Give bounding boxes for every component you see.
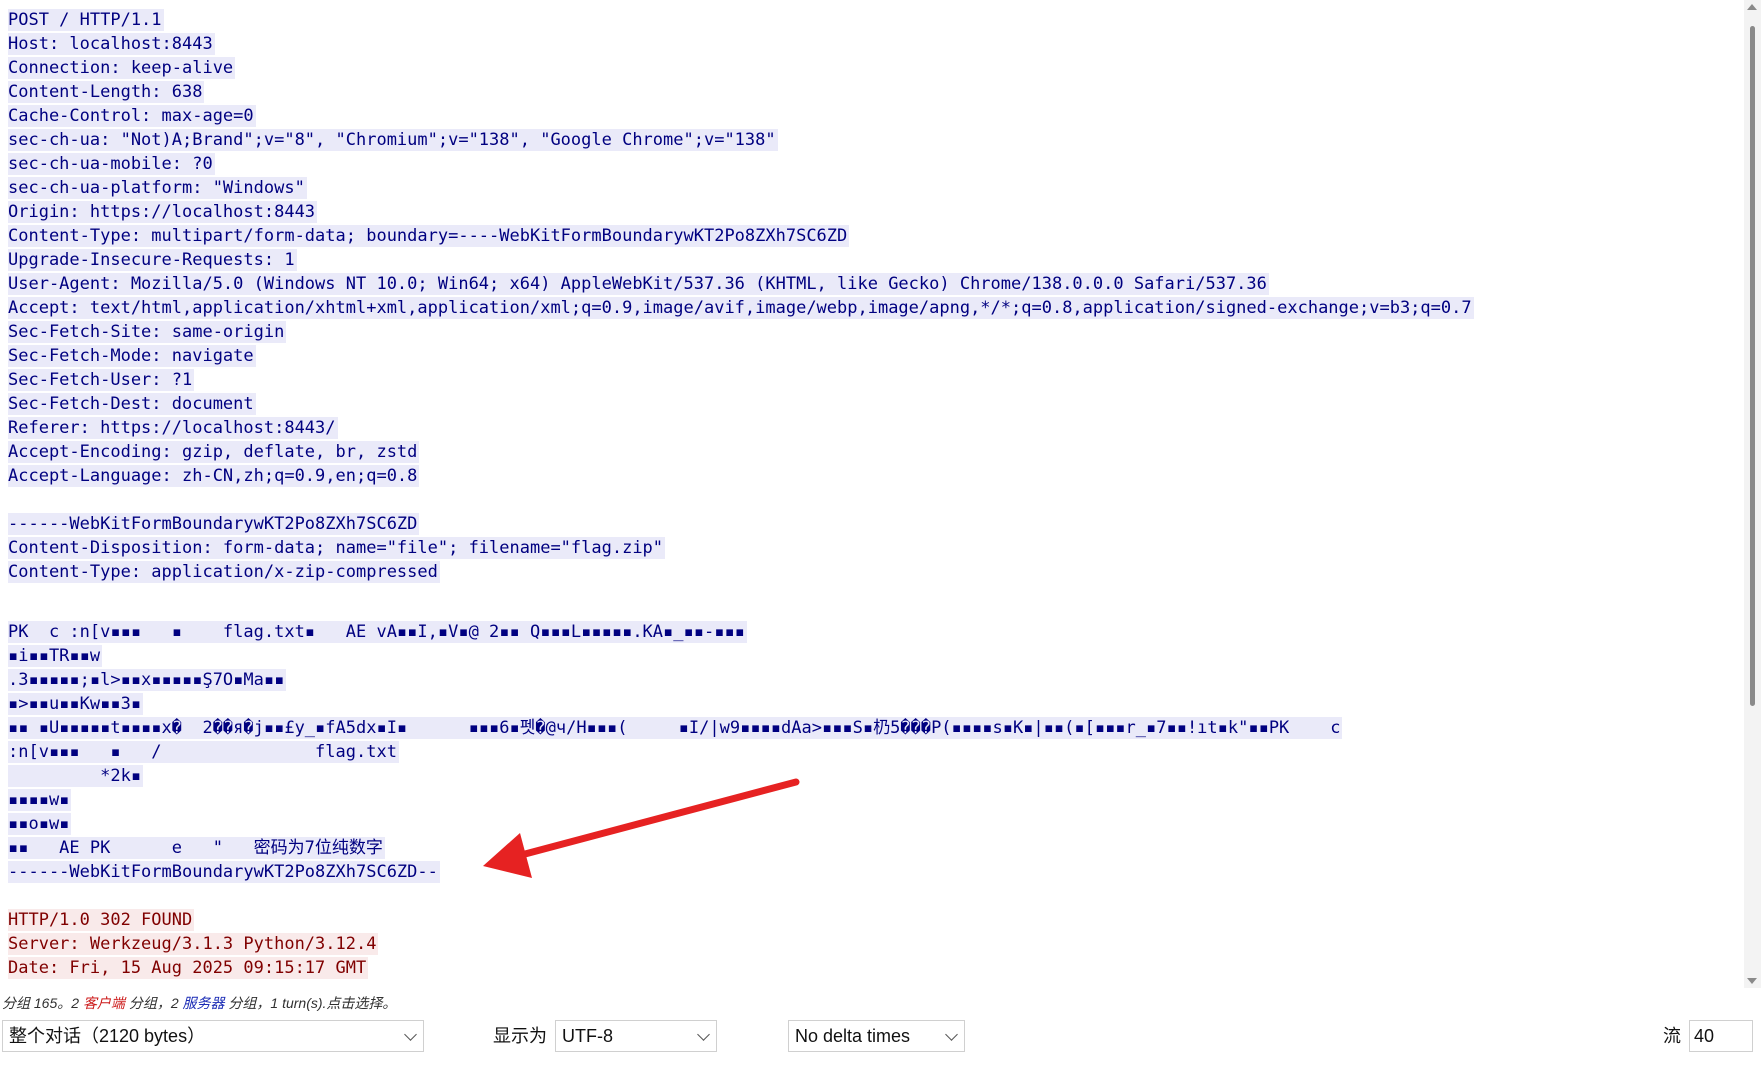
server-label: 服务器 bbox=[183, 995, 225, 1011]
response-line: Server: Werkzeug/3.1.3 Python/3.12.4 bbox=[8, 933, 378, 955]
chevron-down-icon bbox=[404, 1028, 417, 1041]
client-label: 客户端 bbox=[83, 995, 125, 1011]
binary-payload-line: ▪▪▪▪w▪ bbox=[8, 789, 71, 811]
request-line: sec-ch-ua-mobile: ?0 bbox=[8, 153, 215, 175]
scroll-up-icon[interactable] bbox=[1747, 4, 1757, 10]
response-line: HTTP/1.0 302 FOUND bbox=[8, 909, 194, 931]
request-line: Connection: keep-alive bbox=[8, 57, 235, 79]
multipart-header-line: ------WebKitFormBoundarywKT2Po8ZXh7SC6ZD bbox=[8, 513, 419, 535]
binary-payload-line: ▪▪ ▪U▪▪▪▪▪t▪▪▪▪x� 2��я�j▪▪£y_▪fA5dx… bbox=[8, 717, 1342, 739]
request-line: Sec-Fetch-Site: same-origin bbox=[8, 321, 286, 343]
binary-payload-line: ▪>▪▪u▪▪Kw▪▪3▪ bbox=[8, 693, 143, 715]
request-line: User-Agent: Mozilla/5.0 (Windows NT 10.0… bbox=[8, 273, 1269, 295]
request-line: Sec-Fetch-Mode: navigate bbox=[8, 345, 256, 367]
binary-payload-line: :n[v▪▪▪ ▪  / flag.txt bbox=[8, 741, 399, 763]
request-line: Accept-Language: zh-CN,zh;q=0.9,en;q=0.8 bbox=[8, 465, 419, 487]
request-line: Sec-Fetch-User: ?1 bbox=[8, 369, 194, 391]
request-line: Content-Length: 638 bbox=[8, 81, 204, 103]
binary-payload-line:  *2k▪ bbox=[8, 765, 143, 787]
multipart-header-line: Content-Disposition: form-data; name="fi… bbox=[8, 537, 665, 559]
vertical-scrollbar[interactable] bbox=[1744, 0, 1761, 988]
request-line: sec-ch-ua: "Not)A;Brand";v="8", "Chromiu… bbox=[8, 129, 778, 151]
stream-controls-bar: 整个对话（2120 bytes） 显示为 UTF-8 No delta time… bbox=[0, 1018, 1761, 1062]
request-line: Referer: https://localhost:8443/ bbox=[8, 417, 338, 439]
request-line: Origin: https://localhost:8443 bbox=[8, 201, 317, 223]
chevron-down-icon bbox=[945, 1028, 958, 1041]
show-as-label: 显示为 bbox=[493, 1020, 547, 1052]
binary-payload-line: .3▪▪▪▪▪;▪l>▪▪x▪▪▪▪▪Ş7O▪Ma▪▪ bbox=[8, 669, 286, 691]
status-line: 分组 165。2 客户端 分组，2 服务器 分组，1 turn(s).点击选择。 bbox=[0, 992, 1761, 1014]
binary-payload-line: PK c :n[v▪▪▪ ▪   flag.txt▪ AE… bbox=[8, 621, 747, 643]
request-line: Host: localhost:8443 bbox=[8, 33, 215, 55]
multipart-header-line: Content-Type: application/x-zip-compress… bbox=[8, 561, 440, 583]
follow-stream-text-pane[interactable]: POST / HTTP/1.1 Host: localhost:8443 Conne… bbox=[0, 0, 1744, 988]
scrollbar-thumb[interactable] bbox=[1750, 26, 1755, 706]
binary-payload-line: ▪▪ AE PK e "  密码为7位纯数字 bbox=[8, 837, 385, 859]
scroll-down-icon[interactable] bbox=[1747, 978, 1757, 984]
request-line: Accept: text/html,application/xhtml+xml,… bbox=[8, 297, 1474, 319]
request-line: Accept-Encoding: gzip, deflate, br, zstd bbox=[8, 441, 419, 463]
binary-payload-line: ------WebKitFormBoundarywKT2Po8ZXh7SC6ZD… bbox=[8, 861, 440, 883]
response-line: Date: Fri, 15 Aug 2025 09:15:17 GMT bbox=[8, 957, 368, 979]
binary-payload-line: ▪▪o▪w▪ bbox=[8, 813, 71, 835]
request-line: Sec-Fetch-Dest: document bbox=[8, 393, 256, 415]
encoding-select[interactable]: UTF-8 bbox=[555, 1020, 717, 1052]
request-line: Cache-Control: max-age=0 bbox=[8, 105, 256, 127]
delta-times-select[interactable]: No delta times bbox=[788, 1020, 965, 1052]
stream-number-spinbox[interactable]: 40 bbox=[1689, 1020, 1753, 1052]
binary-payload-line: ▪i▪▪TR▪▪w bbox=[8, 645, 102, 667]
request-line: POST / HTTP/1.1 bbox=[8, 9, 164, 31]
request-line: Upgrade-Insecure-Requests: 1 bbox=[8, 249, 297, 271]
conversation-select[interactable]: 整个对话（2120 bytes） bbox=[2, 1020, 424, 1052]
chevron-down-icon bbox=[697, 1028, 710, 1041]
stream-label: 流 bbox=[1663, 1020, 1681, 1052]
request-line: Content-Type: multipart/form-data; bound… bbox=[8, 225, 849, 247]
request-line: sec-ch-ua-platform: "Windows" bbox=[8, 177, 307, 199]
